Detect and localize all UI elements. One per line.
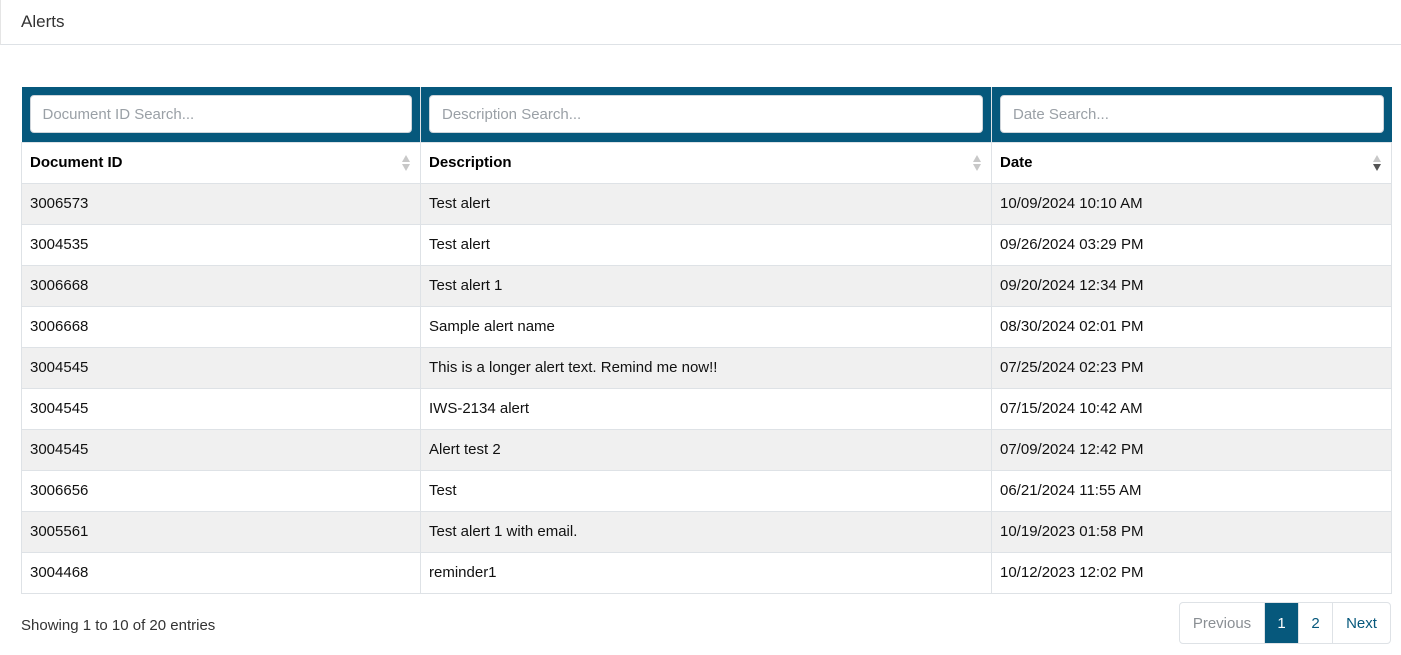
table-row[interactable]: 3004535 Test alert 09/26/2024 03:29 PM — [21, 223, 1392, 266]
cell-description: reminder1 — [420, 551, 992, 594]
table-row[interactable]: 3004545 This is a longer alert text. Remi… — [21, 346, 1392, 389]
column-header-label: Description — [429, 154, 512, 171]
search-row — [21, 87, 1392, 142]
cell-document-id: 3006668 — [21, 305, 421, 348]
table-row[interactable]: 3004545 Alert test 2 07/09/2024 12:42 PM — [21, 428, 1392, 471]
cell-date: 07/15/2024 10:42 AM — [991, 387, 1392, 430]
page-title: Alerts — [21, 12, 65, 31]
cell-description: Test alert — [420, 223, 992, 266]
table-row[interactable]: 3006668 Sample alert name 08/30/2024 02:01… — [21, 305, 1392, 348]
cell-description: Test alert 1 with email. — [420, 510, 992, 553]
cell-date: 07/25/2024 02:23 PM — [991, 346, 1392, 389]
entries-info: Showing 1 to 10 of 20 entries — [21, 617, 216, 634]
table-row[interactable]: 3006656 Test 06/21/2024 11:55 AM — [21, 469, 1392, 512]
page-1-button[interactable]: 1 — [1265, 603, 1299, 643]
cell-date: 07/09/2024 12:42 PM — [991, 428, 1392, 471]
document-id-search-input[interactable] — [29, 95, 412, 134]
table-row[interactable]: 3006668 Test alert 1 09/20/2024 12:34 PM — [21, 264, 1392, 307]
cell-description: Sample alert name — [420, 305, 992, 348]
column-header-document-id[interactable]: Document ID — [21, 141, 421, 184]
cell-document-id: 3006573 — [21, 182, 421, 225]
date-search-input[interactable] — [1000, 95, 1384, 134]
pagination: Previous 1 2 Next — [1179, 602, 1391, 644]
cell-document-id: 3004545 — [21, 387, 421, 430]
description-search-input[interactable] — [429, 95, 983, 134]
previous-page-button[interactable]: Previous — [1180, 603, 1265, 643]
cell-date: 06/21/2024 11:55 AM — [991, 469, 1392, 512]
cell-document-id: 3005561 — [21, 510, 421, 553]
cell-description: Test alert 1 — [420, 264, 992, 307]
description-search-cell — [420, 87, 992, 142]
cell-description: This is a longer alert text. Remind me n… — [420, 346, 992, 389]
table-row[interactable]: 3004545 IWS-2134 alert 07/15/2024 10:42 AM — [21, 387, 1392, 430]
column-header-description[interactable]: Description — [420, 141, 992, 184]
sort-icon — [973, 154, 981, 173]
cell-date: 10/09/2024 10:10 AM — [991, 182, 1392, 225]
column-header-label: Document ID — [30, 154, 123, 171]
cell-document-id: 3004468 — [21, 551, 421, 594]
cell-date: 08/30/2024 02:01 PM — [991, 305, 1392, 348]
sort-icon — [402, 154, 410, 173]
cell-date: 09/26/2024 03:29 PM — [991, 223, 1392, 266]
cell-description: Test — [420, 469, 992, 512]
column-header-label: Date — [1000, 154, 1033, 171]
cell-document-id: 3006668 — [21, 264, 421, 307]
page-header: Alerts — [0, 0, 1401, 45]
cell-date: 10/19/2023 01:58 PM — [991, 510, 1392, 553]
next-page-button[interactable]: Next — [1333, 603, 1390, 643]
cell-document-id: 3004545 — [21, 346, 421, 389]
column-header-date[interactable]: Date — [991, 141, 1392, 184]
cell-description: Test alert — [420, 182, 992, 225]
table-row[interactable]: 3004468 reminder1 10/12/2023 12:02 PM — [21, 551, 1392, 594]
alerts-table: Document ID Description Date 3006573Test… — [21, 87, 1392, 594]
cell-document-id: 3006656 — [21, 469, 421, 512]
cell-document-id: 3004535 — [21, 223, 421, 266]
page-2-button[interactable]: 2 — [1299, 603, 1333, 643]
cell-description: Alert test 2 — [420, 428, 992, 471]
date-search-cell — [991, 87, 1392, 142]
document-id-search-cell — [21, 87, 421, 142]
table-body: 3006573 Test alert 10/09/2024 10:10 AM 3004… — [21, 182, 1392, 594]
column-header-row: Document ID Description Date — [21, 141, 1392, 184]
cell-document-id: 3004545 — [21, 428, 421, 471]
sort-descending-icon — [1373, 154, 1381, 173]
table-row[interactable]: 3006573 Test alert 10/09/2024 10:10 AM — [21, 182, 1392, 225]
cell-date: 10/12/2023 12:02 PM — [991, 551, 1392, 594]
cell-description: IWS-2134 alert — [420, 387, 992, 430]
table-row[interactable]: 3005561 Test alert 1 with email. 10/19/202… — [21, 510, 1392, 553]
cell-date: 09/20/2024 12:34 PM — [991, 264, 1392, 307]
